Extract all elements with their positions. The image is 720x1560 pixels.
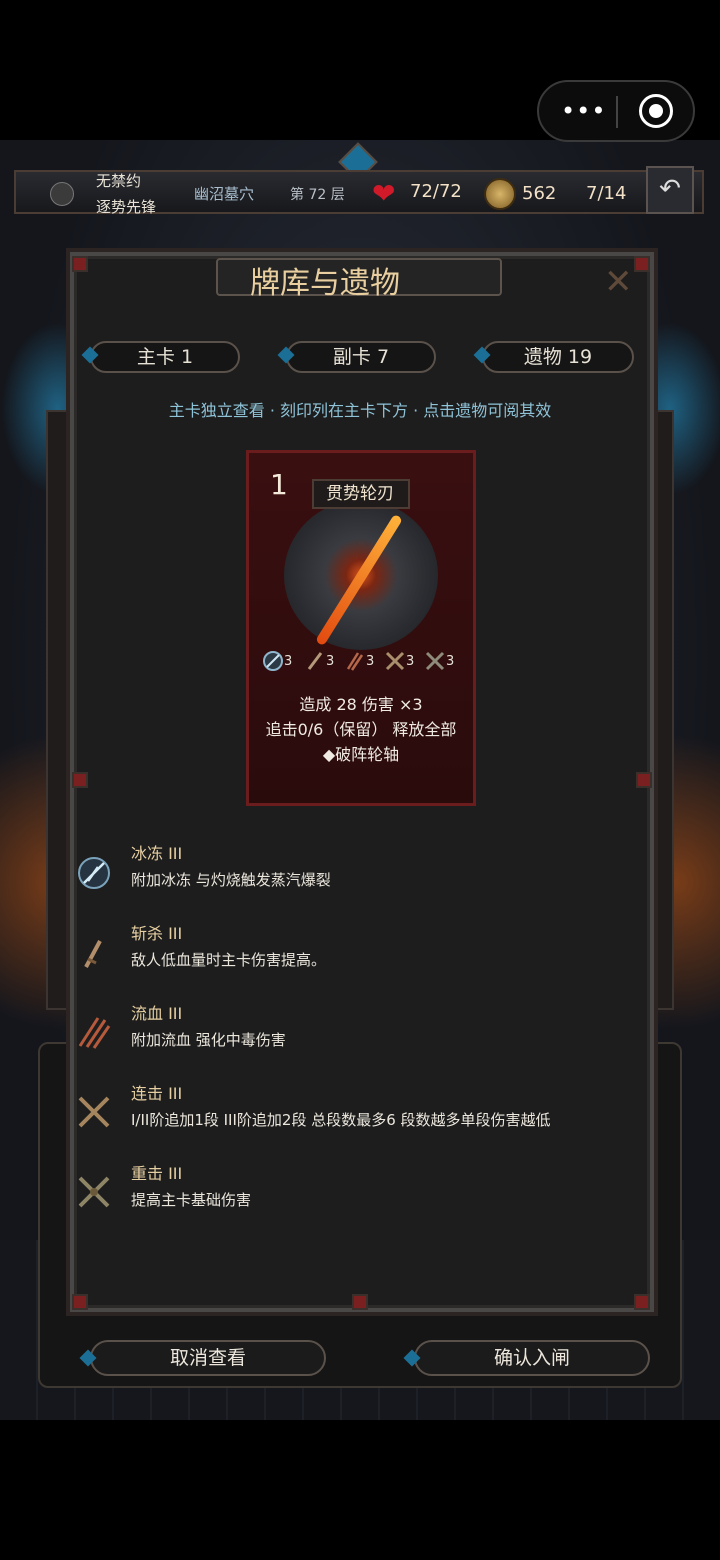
dialog-corner — [72, 772, 88, 788]
tab-main-card[interactable]: 主卡 1 — [81, 341, 240, 373]
card-effect-line-3: ◆破阵轮轴 — [322, 745, 400, 764]
imprint-count: 3 — [284, 654, 293, 669]
dialog-corner — [634, 1294, 650, 1310]
cancel-view-label: 取消查看 — [169, 1347, 246, 1369]
capsule-divider — [616, 96, 618, 128]
heart-icon: ❤ — [372, 177, 396, 210]
relic-desc: 附加冰冻 与灼烧触发蒸汽爆裂 — [131, 871, 331, 889]
hint-text: 主卡独立查看 · 刻印列在主卡下方 · 点击遗物可阅其效 — [168, 401, 552, 420]
tab-sub-card-label: 副卡 7 — [332, 346, 390, 368]
cancel-view-button[interactable]: 取消查看 — [79, 1340, 326, 1376]
imprint-row: 3 3 3 3 3 — [258, 648, 468, 676]
relic-desc: 附加流血 强化中毒伤害 — [131, 1031, 286, 1049]
back-button[interactable]: ↶ — [646, 166, 694, 214]
relic-name[interactable]: 连击 III — [131, 1083, 182, 1105]
hud-floor: 第 72 层 — [290, 187, 345, 203]
hud-class: 逐势先锋 — [96, 198, 157, 216]
tab-sub-card[interactable]: 副卡 7 — [277, 341, 436, 373]
crossed-swords-icon — [425, 651, 445, 671]
top-hud: 无禁约 逐势先锋 幽沼墓穴 第 72 层 ❤ 72/72 562 7/14 ↶ — [14, 166, 704, 216]
relic-desc: 敌人低血量时主卡伤害提高。 — [131, 951, 327, 969]
card-name: 贯势轮刃 — [326, 484, 394, 504]
dialog-corner — [72, 1294, 88, 1310]
imprint-count: 3 — [446, 654, 455, 669]
relic-name[interactable]: 冰冻 III — [131, 843, 182, 865]
gold-coin-icon — [484, 178, 516, 210]
close-miniprogram-button[interactable] — [639, 94, 673, 128]
tab-relics[interactable]: 遗物 19 — [473, 341, 634, 373]
miniprogram-capsule: ••• — [537, 80, 695, 142]
claw-icon[interactable] — [76, 1014, 112, 1050]
ice-shard-icon — [263, 651, 283, 671]
hud-contract: 无禁约 — [96, 172, 142, 190]
relic-name[interactable]: 重击 III — [131, 1163, 182, 1185]
relic-desc: I/II阶追加1段 III阶追加2段 总段数最多6 段数越多单段伤害越低 — [131, 1111, 551, 1129]
hud-hp: 72/72 — [410, 181, 462, 202]
more-button[interactable]: ••• — [561, 96, 606, 126]
claw-icon — [346, 652, 364, 671]
crossed-swords-icon[interactable] — [76, 1174, 112, 1210]
hud-location: 幽沼墓穴 — [194, 185, 255, 203]
tab-relics-label: 遗物 19 — [523, 346, 593, 368]
confirm-enter-button[interactable]: 确认入闸 — [403, 1340, 650, 1376]
crossed-blades-icon — [385, 651, 405, 671]
hud-gold: 562 — [522, 183, 557, 204]
tab-main-card-label: 主卡 1 — [136, 346, 194, 368]
dialog-title: 牌库与遗物 — [250, 266, 400, 301]
relic-name[interactable]: 流血 III — [131, 1003, 182, 1025]
dialog-corner — [352, 1294, 368, 1310]
dagger-icon[interactable] — [76, 935, 112, 971]
crossed-blades-icon[interactable] — [76, 1094, 112, 1130]
confirm-enter-label: 确认入闸 — [493, 1347, 570, 1369]
skull-icon — [50, 182, 74, 206]
card-count: 1 — [270, 468, 288, 501]
imprint-count: 3 — [366, 654, 375, 669]
dagger-icon — [307, 652, 323, 670]
close-icon[interactable]: ✕ — [604, 262, 633, 302]
relic-desc: 提高主卡基础伤害 — [131, 1191, 252, 1209]
card-effect-line-2: 追击0/6（保留） 释放全部 — [265, 720, 457, 739]
card-effect-line-1: 造成 28 伤害 ×3 — [299, 695, 423, 714]
ice-shard-icon[interactable] — [76, 855, 112, 891]
dialog-corner — [636, 772, 652, 788]
imprint-count: 3 — [326, 654, 335, 669]
imprint-count: 3 — [406, 654, 415, 669]
hud-progress: 7/14 — [586, 183, 627, 204]
relic-name[interactable]: 斩杀 III — [131, 923, 182, 945]
